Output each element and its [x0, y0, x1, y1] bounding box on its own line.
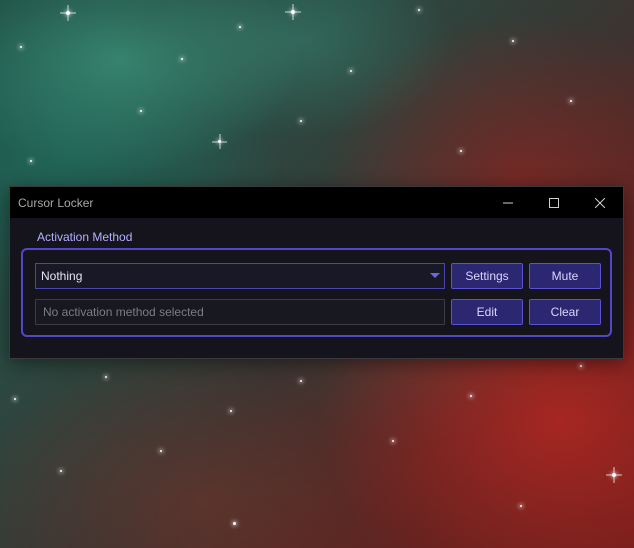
status-field-placeholder: No activation method selected	[43, 305, 204, 319]
star	[392, 440, 394, 442]
activation-method-group: Nothing Settings Mute No activation meth…	[21, 248, 612, 337]
star	[300, 120, 302, 122]
window-content: Activation Method Nothing Settings Mute …	[10, 218, 623, 358]
activation-method-label: Activation Method	[37, 230, 133, 244]
star	[181, 58, 183, 60]
star	[512, 40, 514, 42]
title-bar[interactable]: Cursor Locker	[10, 187, 623, 218]
star	[418, 9, 420, 11]
star	[140, 110, 142, 112]
star	[14, 398, 16, 400]
dropdown-arrow-icon	[430, 273, 440, 278]
star	[460, 150, 462, 152]
star	[612, 473, 616, 477]
star	[105, 376, 107, 378]
activation-method-dropdown[interactable]: Nothing	[35, 263, 445, 289]
settings-button[interactable]: Settings	[451, 263, 523, 289]
star	[60, 470, 62, 472]
dropdown-selected-value: Nothing	[41, 269, 83, 283]
star	[239, 26, 241, 28]
minimize-icon	[503, 202, 513, 203]
star	[350, 70, 352, 72]
edit-button[interactable]: Edit	[451, 299, 523, 325]
star	[30, 160, 32, 162]
clear-button[interactable]: Clear	[529, 299, 601, 325]
activation-status-field[interactable]: No activation method selected	[35, 299, 445, 325]
minimize-button[interactable]	[485, 187, 531, 218]
close-icon	[595, 197, 605, 208]
window-title: Cursor Locker	[18, 195, 94, 210]
mute-button[interactable]: Mute	[529, 263, 601, 289]
star	[230, 410, 232, 412]
star	[233, 522, 236, 525]
star	[570, 100, 572, 102]
star	[300, 380, 302, 382]
maximize-icon	[549, 197, 559, 208]
star	[580, 365, 582, 367]
star	[66, 11, 70, 15]
star	[20, 46, 22, 48]
star	[520, 505, 522, 507]
maximize-button[interactable]	[531, 187, 577, 218]
close-button[interactable]	[577, 187, 623, 218]
star	[291, 10, 295, 14]
star	[218, 140, 221, 143]
cursor-locker-window: Cursor Locker Activation Method Nothing …	[9, 186, 624, 359]
star	[160, 450, 162, 452]
window-controls	[485, 187, 623, 218]
desktop-background: Cursor Locker Activation Method Nothing …	[0, 0, 634, 548]
star	[470, 395, 472, 397]
